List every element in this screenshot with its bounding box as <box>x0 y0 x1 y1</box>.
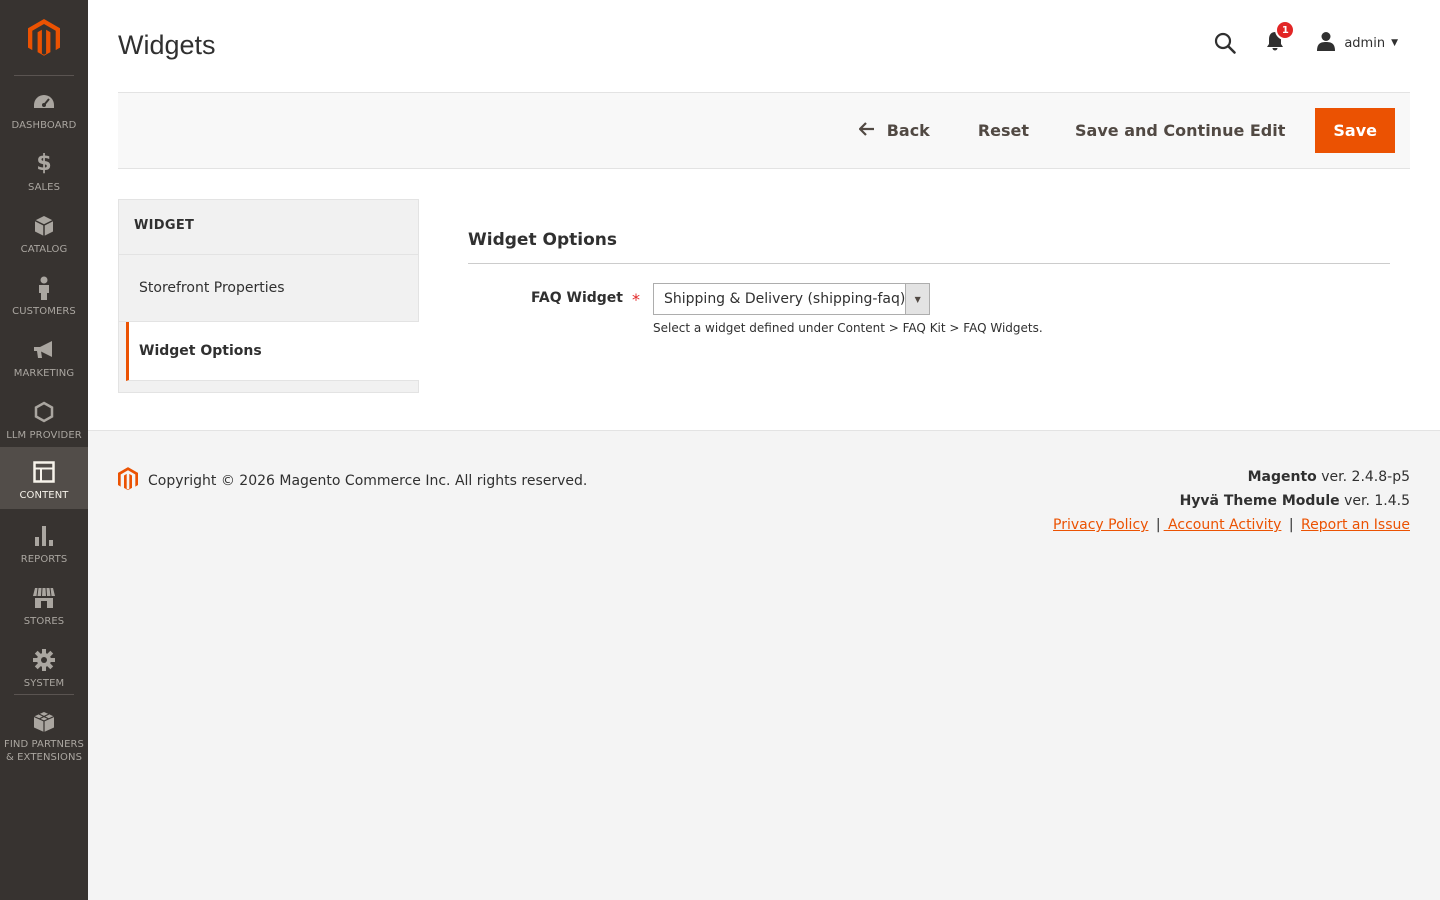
storefront-icon <box>32 586 56 610</box>
nav-label: SYSTEM <box>23 678 65 689</box>
nav-customers[interactable]: CUSTOMERS <box>0 263 88 325</box>
arrow-left-icon <box>858 121 875 140</box>
nav-label: CONTENT <box>19 490 69 501</box>
nav-label: SALES <box>27 182 61 193</box>
notifications-button[interactable]: 1 <box>1266 20 1296 55</box>
sidebar-divider <box>14 694 74 695</box>
nav-marketing[interactable]: MARKETING <box>0 325 88 387</box>
nav-label: CATALOG <box>20 244 68 255</box>
admin-sidebar: DASHBOARD $ SALES CATALOG CUSTOMERS MARK… <box>0 0 88 900</box>
nav-catalog[interactable]: CATALOG <box>0 201 88 263</box>
link-separator: | <box>1155 517 1161 533</box>
dashboard-icon <box>32 90 56 114</box>
save-button[interactable]: Save <box>1315 108 1395 153</box>
user-menu[interactable]: admin ▼ <box>1316 31 1398 55</box>
magento-logo-icon <box>118 467 138 495</box>
nav-label: FIND PARTNERS & EXTENSIONS <box>4 738 84 764</box>
page-actions-bar: Back Reset Save and Continue Edit Save <box>118 92 1410 169</box>
nav-system[interactable]: SYSTEM <box>0 635 88 697</box>
back-label: Back <box>886 121 930 140</box>
chevron-down-icon: ▼ <box>1391 38 1398 48</box>
hyva-version: Hyvä Theme Module ver. 1.4.5 <box>1180 493 1410 509</box>
search-icon[interactable] <box>1214 32 1237 54</box>
nav-label-line2: & EXTENSIONS <box>5 752 83 763</box>
nav-label: LLM PROVIDER <box>6 430 82 441</box>
cubes-icon <box>32 710 56 734</box>
required-marker: * <box>632 290 640 309</box>
back-button[interactable]: Back <box>858 108 954 153</box>
sidebar-divider <box>14 75 74 76</box>
magento-logo[interactable] <box>0 0 88 76</box>
privacy-policy-link[interactable]: Privacy Policy <box>1053 517 1148 533</box>
copyright: Copyright © 2026 Magento Commerce Inc. A… <box>118 467 587 495</box>
tabs-title: WIDGET <box>119 200 418 255</box>
box-icon <box>32 214 56 238</box>
fieldset-title: Widget Options <box>468 230 617 250</box>
nav-label: DASHBOARD <box>11 120 77 131</box>
magento-version-number: ver. 2.4.8-p5 <box>1316 469 1410 485</box>
user-icon <box>1316 31 1336 55</box>
nav-label: REPORTS <box>20 554 68 565</box>
user-name: admin <box>1344 35 1386 51</box>
faq-widget-note: Select a widget defined under Content > … <box>653 321 1043 335</box>
magento-version: Magento ver. 2.4.8-p5 <box>1248 469 1410 485</box>
nav-label-line1: FIND PARTNERS <box>3 739 85 750</box>
nav-label: STORES <box>23 616 65 627</box>
faq-widget-value: Shipping & Delivery (shipping-faq) <box>664 291 906 307</box>
fieldset-divider <box>468 263 1390 264</box>
nav-llm-provider[interactable]: LLM PROVIDER <box>0 387 88 449</box>
page-title: Widgets <box>118 30 216 60</box>
hexagon-icon <box>32 400 56 424</box>
nav-find-partners[interactable]: FIND PARTNERS & EXTENSIONS <box>0 697 88 767</box>
nav-stores[interactable]: STORES <box>0 573 88 635</box>
faq-widget-select[interactable]: Shipping & Delivery (shipping-faq) ▼ <box>653 283 930 315</box>
reset-button[interactable]: Reset <box>954 108 1053 153</box>
save-and-continue-button[interactable]: Save and Continue Edit <box>1053 108 1315 153</box>
report-issue-link[interactable]: Report an Issue <box>1301 517 1410 533</box>
nav-label: MARKETING <box>13 368 75 379</box>
gear-icon <box>32 648 56 672</box>
header-actions: 1 admin ▼ <box>1214 20 1398 58</box>
faq-widget-label: FAQ Widget <box>530 290 623 306</box>
copyright-text: Copyright © 2026 Magento Commerce Inc. A… <box>148 473 588 489</box>
layout-icon <box>32 460 56 484</box>
person-icon <box>32 276 56 300</box>
nav-content[interactable]: CONTENT <box>0 447 88 509</box>
nav-sales[interactable]: $ SALES <box>0 139 88 201</box>
notification-badge: 1 <box>1275 20 1296 40</box>
nav-dashboard[interactable]: DASHBOARD <box>0 77 88 139</box>
tab-widget-options[interactable]: Widget Options <box>126 322 419 381</box>
account-activity-link[interactable]: Account Activity <box>1164 517 1281 533</box>
tab-storefront-properties[interactable]: Storefront Properties <box>119 255 419 322</box>
magento-name: Magento <box>1247 469 1317 485</box>
chevron-down-icon[interactable]: ▼ <box>905 284 929 314</box>
dollar-icon: $ <box>36 151 52 176</box>
bar-chart-icon <box>32 524 56 548</box>
hyva-name: Hyvä Theme Module <box>1179 493 1340 509</box>
page-footer: Copyright © 2026 Magento Commerce Inc. A… <box>88 430 1440 900</box>
hyva-version-number: ver. 1.4.5 <box>1339 493 1410 509</box>
link-separator: | <box>1288 517 1294 533</box>
nav-label: CUSTOMERS <box>12 306 76 317</box>
widget-tabs: WIDGET Storefront Properties Widget Opti… <box>118 199 419 393</box>
megaphone-icon <box>32 338 56 362</box>
footer-links: Privacy Policy | Account Activity | Repo… <box>1053 517 1410 533</box>
page-main: Widgets 1 admin ▼ Back Reset Save and Co… <box>88 0 1440 430</box>
nav-reports[interactable]: REPORTS <box>0 511 88 573</box>
